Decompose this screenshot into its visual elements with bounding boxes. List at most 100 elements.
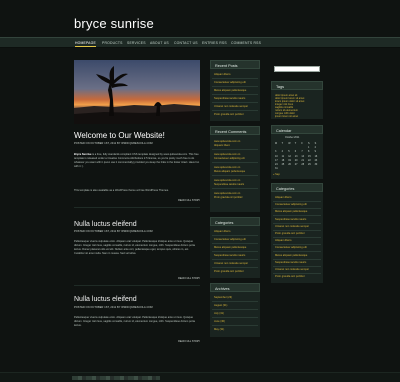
nav-about-us[interactable]: ABOUT US [150, 41, 169, 45]
calendar-day[interactable]: 11 [282, 155, 284, 158]
post-2-title[interactable]: Nulla luctus eleifend [74, 296, 137, 303]
calendar-weekday-label: M [275, 142, 277, 145]
divider [212, 301, 258, 302]
calendar-day[interactable]: 9 [315, 150, 316, 153]
nav-entries-rss[interactable]: ENTRIES RSS [202, 41, 227, 45]
archive-link[interactable]: May (31) [214, 328, 224, 331]
archive-link[interactable]: June (30) [214, 320, 225, 323]
footer-links [72, 376, 160, 380]
category-link[interactable]: Metus aliquam pellentesque [275, 254, 307, 257]
calendar-day[interactable]: 24 [275, 163, 278, 166]
category-link[interactable]: Metus aliquam pellentesque [275, 210, 307, 213]
welcome-read-more[interactable]: READ FULL STORY [178, 199, 200, 202]
calendar-day[interactable]: 31 [275, 167, 278, 170]
calendar-day[interactable]: 5 [288, 150, 289, 153]
recent-post-link[interactable]: Consectetuer adipiscing elit [214, 81, 246, 84]
calendar-day[interactable]: 25 [282, 163, 285, 166]
nav-comments-rss[interactable]: COMMENTS RSS [231, 41, 261, 45]
calendar-day[interactable]: 18 [282, 159, 285, 162]
comment-author[interactable]: www.qubescola.com on [214, 166, 240, 169]
category-link[interactable]: Aliquam libero [214, 230, 230, 233]
calendar-day[interactable]: 8 [308, 150, 309, 153]
archive-link[interactable]: September (23) [214, 296, 232, 299]
category-link[interactable]: Consectetuer adipiscing elit [275, 203, 307, 206]
recent-posts-title: Recent Posts [215, 63, 238, 68]
calendar-day[interactable]: 22 [308, 159, 311, 162]
category-link[interactable]: Metus aliquam pellentesque [214, 246, 246, 249]
calendar-day[interactable]: 12 [288, 155, 291, 158]
post-1-title[interactable]: Nulla luctus eleifend [74, 221, 137, 228]
category-link[interactable]: Suspendisse iaculis mauris [275, 218, 306, 221]
comment-author[interactable]: www.qubescola.com on [214, 140, 240, 143]
calendar-day[interactable]: 2 [315, 146, 316, 149]
category-link[interactable]: Suspendisse iaculis mauris [214, 254, 245, 257]
category-link[interactable]: Consectetuer adipiscing elit [275, 246, 307, 249]
comment-author[interactable]: www.qubescola.com on [214, 192, 240, 195]
calendar-day[interactable]: 30 [315, 163, 318, 166]
search-input[interactable] [274, 66, 320, 72]
post-2-read-more[interactable]: READ FULL STORY [178, 340, 200, 343]
recent-post-link[interactable]: Proin gravida orci porttitor [214, 113, 244, 116]
nav-homepage[interactable]: HOMEPAGE [75, 41, 96, 47]
calendar-day[interactable]: 28 [301, 163, 304, 166]
divider [212, 243, 258, 244]
calendar-day[interactable]: 27 [295, 163, 298, 166]
site-title[interactable]: bryce sunrise [74, 16, 154, 31]
calendar-prev-link[interactable]: « Sep [273, 173, 280, 176]
category-link[interactable]: Proin gravida orci porttitor [275, 232, 305, 235]
comment-post-link[interactable]: Consectetuer adipiscing elit [214, 157, 245, 160]
calendar-day[interactable]: 16 [315, 155, 318, 158]
calendar-day[interactable]: 4 [282, 150, 283, 153]
recent-post-link[interactable]: Suspendisse iaculis mauris [214, 97, 245, 100]
divider [74, 207, 200, 208]
category-link[interactable]: Aliquam libero [275, 239, 291, 242]
calendar-day[interactable]: 29 [308, 163, 311, 166]
recent-post-link[interactable]: Aliquam libero [214, 73, 230, 76]
calendar-day[interactable]: 17 [275, 159, 278, 162]
comment-post-link[interactable]: Metus aliquam pellentesque [214, 170, 245, 173]
recent-comments-header: Recent Comments [210, 126, 260, 135]
recent-post-link[interactable]: Metus aliquam pellentesque [214, 89, 246, 92]
divider [273, 201, 321, 202]
comment-post-link[interactable]: Proin gravida orci porttitor [214, 196, 243, 199]
archive-link[interactable]: August (31) [214, 304, 227, 307]
calendar-day[interactable]: 3 [275, 150, 276, 153]
calendar-day[interactable]: 14 [301, 155, 304, 158]
divider [273, 222, 321, 224]
category-link[interactable]: Proin gravida orci porttitor [275, 275, 305, 278]
category-link[interactable]: Urnanet non molestie semper [275, 225, 309, 228]
archive-link[interactable]: July (31) [214, 312, 224, 315]
calendar-day[interactable]: 21 [301, 159, 304, 162]
calendar-day[interactable]: 10 [275, 155, 278, 158]
calendar-day[interactable]: 15 [308, 155, 311, 158]
calendar-day[interactable]: 7 [301, 150, 302, 153]
category-link[interactable]: Consectetuer adipiscing elit [214, 238, 246, 241]
nav-contact-us[interactable]: CONTACT US [174, 41, 198, 45]
comment-post-link[interactable]: Aliquam libero [214, 144, 230, 147]
post-1-read-more[interactable]: READ FULL STORY [178, 277, 200, 280]
category-link[interactable]: Urnanet non molestie semper [214, 262, 248, 265]
nav-products[interactable]: PRODUCTS [102, 41, 123, 45]
recent-post-link[interactable]: Urnanet non molestie semper [214, 105, 248, 108]
calendar-day[interactable]: 6 [295, 150, 296, 153]
calendar-day[interactable]: 20 [295, 159, 298, 162]
calendar-day[interactable]: 1 [308, 146, 309, 149]
recent-comments-title: Recent Comments [215, 129, 247, 134]
welcome-title[interactable]: Welcome to Our Website! [74, 131, 165, 140]
calendar-day[interactable]: 19 [288, 159, 291, 162]
divider [212, 175, 258, 176]
category-link[interactable]: Suspendisse iaculis mauris [275, 261, 306, 264]
tag-line[interactable]: ipsum lorem sit amet [275, 115, 298, 118]
comment-author[interactable]: www.qubescola.com on [214, 153, 240, 156]
comment-author[interactable]: www.qubescola.com on [214, 179, 240, 182]
calendar-day[interactable]: 13 [295, 155, 298, 158]
calendar-day[interactable]: 26 [288, 163, 291, 166]
nav-services[interactable]: SERVICES [127, 41, 146, 45]
calendar-day[interactable]: 23 [315, 159, 318, 162]
category-link[interactable]: Aliquam libero [275, 196, 291, 199]
welcome-body-bold: Bryce Sunrise [74, 153, 92, 156]
category-link[interactable]: Proin gravida orci porttitor [214, 270, 244, 273]
comment-post-link[interactable]: Suspendisse iaculis mauris [214, 183, 244, 186]
category-link[interactable]: Urnanet non molestie semper [275, 268, 309, 271]
recent-posts-header: Recent Posts [210, 60, 260, 69]
